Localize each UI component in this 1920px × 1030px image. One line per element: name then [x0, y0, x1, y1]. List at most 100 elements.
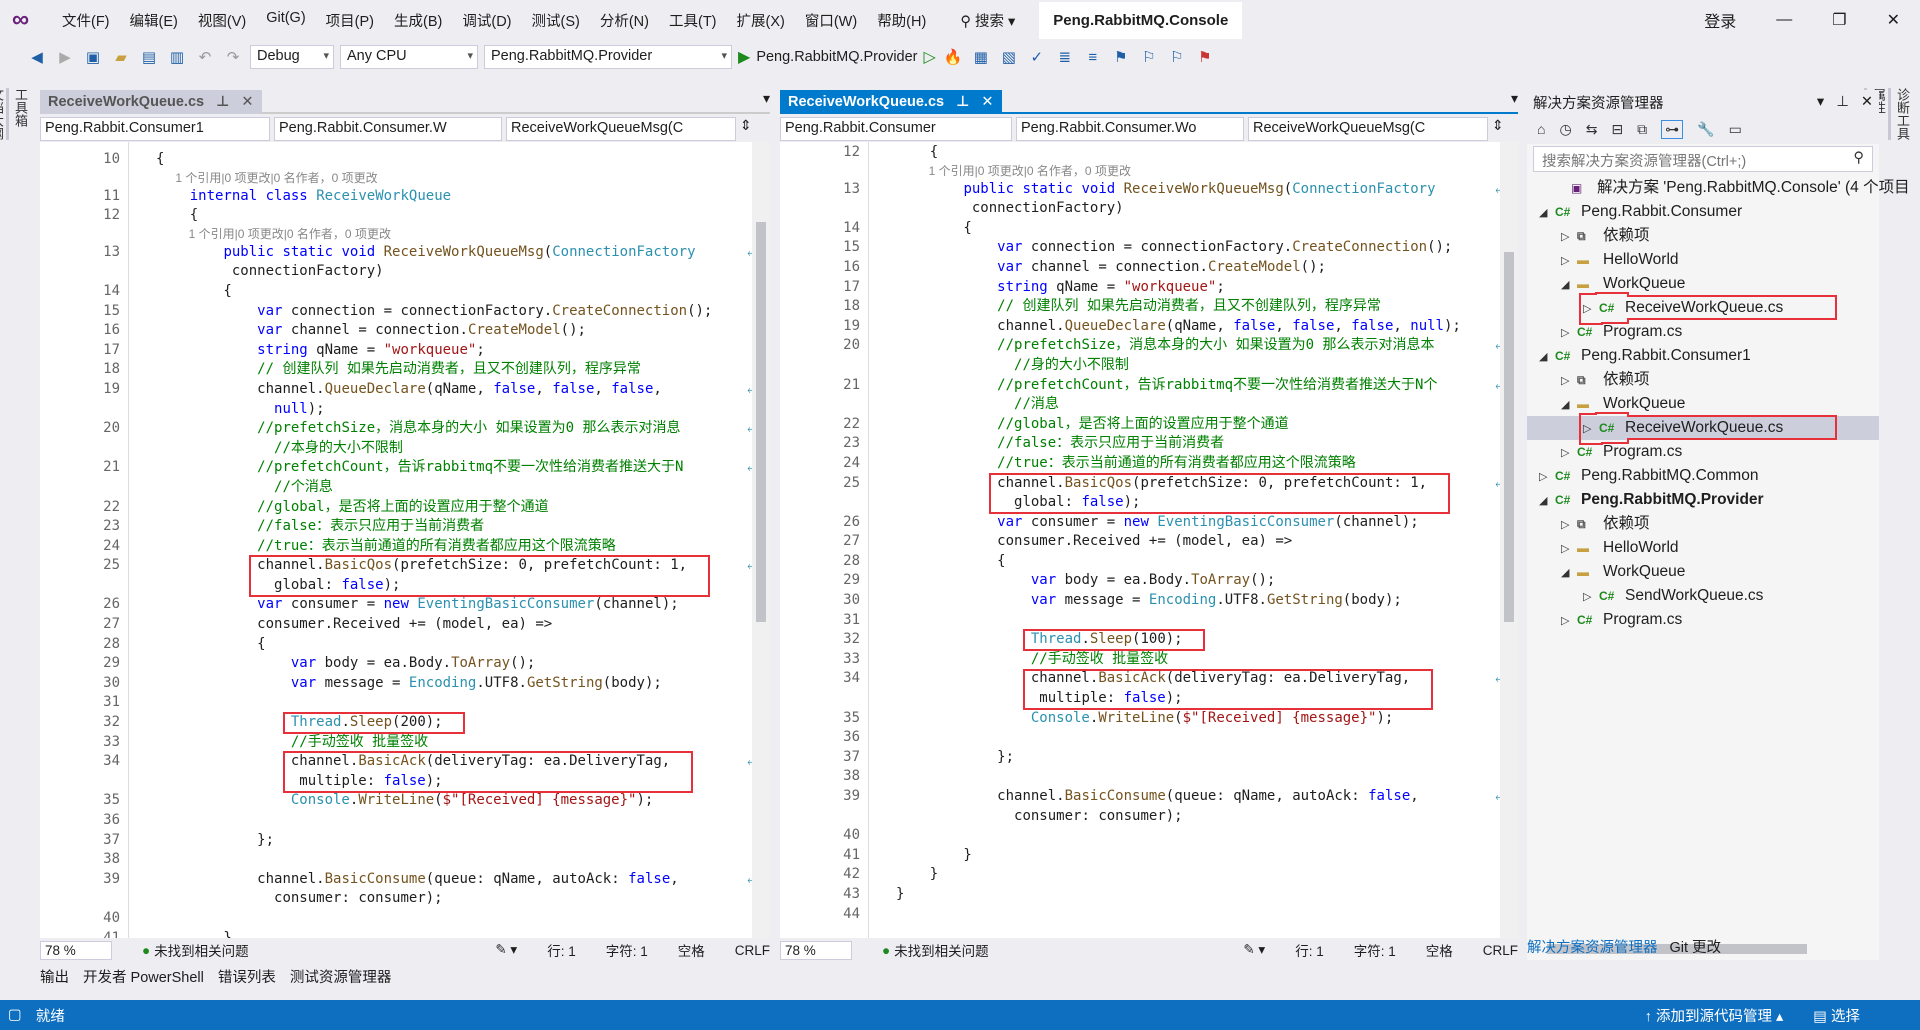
expander-icon[interactable]: ▷ — [1539, 465, 1555, 489]
scrollbar-thumb[interactable] — [756, 222, 766, 622]
cleanup-icon[interactable]: ✎ ▾ — [1243, 942, 1265, 958]
dropdown-icon[interactable]: ▾ — [1817, 94, 1824, 110]
tree-item[interactable]: ◢ ▬ WorkQueue — [1527, 560, 1879, 584]
vertical-scrollbar[interactable] — [752, 142, 770, 938]
tree-item[interactable]: ▷ C# Peng.RabbitMQ.Common — [1527, 464, 1879, 488]
member-dropdown[interactable]: ReceiveWorkQueueMsg(C — [1248, 117, 1488, 141]
tab-output[interactable]: 输出 — [40, 966, 69, 987]
tree-item[interactable]: ◢ C# Peng.RabbitMQ.Provider — [1527, 488, 1879, 512]
spellcheck-icon[interactable]: ✓ — [1026, 48, 1048, 66]
menu-item[interactable]: 项目(P) — [316, 10, 384, 31]
scrollbar-thumb[interactable] — [1504, 252, 1514, 622]
clear-bookmarks-icon[interactable]: ⚑ — [1194, 48, 1216, 66]
close-icon[interactable]: ✕ — [1861, 94, 1873, 110]
code-editor[interactable]: 10{ 1 个引用|0 项更改|0 名作者，0 项更改 11 internal c… — [40, 142, 770, 938]
menu-item[interactable]: 文件(F) — [52, 10, 120, 31]
issues-text[interactable]: 未找到相关问题 — [154, 940, 249, 960]
vertical-scrollbar[interactable] — [1500, 142, 1518, 938]
zoom-level[interactable]: 78 % — [780, 940, 852, 960]
status-char[interactable]: 字符: 1 — [1354, 940, 1396, 960]
expander-icon[interactable]: ▷ — [1561, 369, 1577, 393]
menu-item[interactable]: 编辑(E) — [120, 10, 188, 31]
tool-window-tab[interactable]: 文档大纲 — [0, 88, 6, 140]
type-dropdown[interactable]: Peng.Rabbit.Consumer.W — [274, 117, 502, 141]
tree-item[interactable]: ▷ C# Program.cs — [1527, 440, 1879, 464]
expander-icon[interactable]: ▷ — [1583, 297, 1599, 321]
expander-icon[interactable]: ▷ — [1561, 321, 1577, 345]
show-all-files-icon[interactable]: ⧉ — [1637, 121, 1647, 138]
status-eol[interactable]: CRLF — [735, 943, 770, 958]
code-lens-text[interactable]: 1 个引用|0 项更改|0 名作者，0 项更改 — [902, 163, 1131, 180]
uncomment-icon[interactable]: ≡ — [1082, 49, 1104, 66]
view-icon[interactable]: ⊶ — [1661, 119, 1684, 139]
tool-window-tab[interactable]: 诊断工具 — [1888, 88, 1912, 140]
collapse-all-icon[interactable]: ⊟ — [1611, 121, 1623, 138]
document-tab[interactable]: ReceiveWorkQueue.cs ⊥ ✕ — [40, 90, 262, 114]
expander-icon[interactable]: ▷ — [1583, 585, 1599, 609]
tree-item[interactable]: ◢ C# Peng.Rabbit.Consumer1 — [1527, 344, 1879, 368]
home-icon[interactable]: ⌂ — [1537, 121, 1545, 137]
issues-text[interactable]: 未找到相关问题 — [894, 940, 989, 960]
expander-icon[interactable]: ◢ — [1539, 201, 1555, 225]
next-bookmark-icon[interactable]: ⚐ — [1166, 48, 1188, 66]
expander-icon[interactable]: ▷ — [1561, 609, 1577, 633]
menu-item[interactable]: 调试(D) — [452, 10, 521, 31]
login-link[interactable]: 登录 — [1704, 8, 1736, 32]
back-icon[interactable]: ◀ — [26, 48, 48, 66]
tab-test-explorer[interactable]: 测试资源管理器 — [290, 966, 392, 987]
expander-icon[interactable]: ▷ — [1561, 513, 1577, 537]
tab-overflow-icon[interactable]: ▾ — [1511, 90, 1518, 112]
save-all-icon[interactable]: ▥ — [166, 48, 188, 66]
notification-icon[interactable]: ▢ — [8, 1007, 22, 1023]
status-line[interactable]: 行: 1 — [1295, 940, 1324, 960]
format-icon[interactable]: ▧ — [998, 48, 1020, 66]
tab-developer-powershell[interactable]: 开发者 PowerShell — [83, 966, 204, 987]
new-project-icon[interactable]: ▣ — [82, 48, 104, 66]
menu-item[interactable]: 视图(V) — [188, 10, 256, 31]
start-button[interactable]: Peng.RabbitMQ.Provider — [756, 49, 917, 65]
tree-item[interactable]: ▷ C# Program.cs — [1527, 320, 1879, 344]
tab-error-list[interactable]: 错误列表 — [218, 966, 276, 987]
bookmark-icon[interactable]: ⚑ — [1110, 48, 1132, 66]
project-dropdown[interactable]: Peng.Rabbit.Consumer — [780, 117, 1012, 141]
expander-icon[interactable]: ▷ — [1561, 249, 1577, 273]
hot-reload-icon[interactable]: 🔥 — [942, 48, 964, 66]
redo-icon[interactable]: ↷ — [222, 48, 244, 66]
tree-item[interactable]: ▷ C# ReceiveWorkQueue.cs — [1527, 415, 1879, 441]
menu-item[interactable]: 测试(S) — [522, 10, 590, 31]
close-button[interactable]: ✕ — [1887, 10, 1900, 30]
expander-icon[interactable]: ▷ — [1583, 417, 1599, 441]
open-file-icon[interactable]: ▰ — [110, 48, 132, 66]
expander-icon[interactable]: ◢ — [1539, 345, 1555, 369]
expander-icon[interactable]: ▷ — [1561, 441, 1577, 465]
tab-solution-explorer[interactable]: 解决方案资源管理器 — [1527, 936, 1658, 957]
expander-icon[interactable]: ▷ — [1561, 225, 1577, 249]
expander-icon[interactable]: ◢ — [1539, 489, 1555, 513]
menu-item[interactable]: 生成(B) — [384, 10, 452, 31]
status-char[interactable]: 字符: 1 — [606, 940, 648, 960]
pin-icon[interactable]: ⊥ — [216, 94, 229, 110]
status-line[interactable]: 行: 1 — [547, 940, 576, 960]
save-icon[interactable]: ▤ — [138, 48, 160, 66]
tree-item[interactable]: ◢ ▬ WorkQueue — [1527, 392, 1879, 416]
tree-item[interactable]: ▷ ⧉ 依赖项 — [1527, 224, 1879, 248]
code-lens-text[interactable]: 1 个引用|0 项更改|0 名作者，0 项更改 — [162, 226, 391, 243]
configuration-select[interactable]: Debug — [250, 45, 334, 69]
tab-overflow-icon[interactable]: ▾ — [763, 90, 770, 112]
expander-icon[interactable]: ◢ — [1561, 393, 1577, 417]
cleanup-icon[interactable]: ✎ ▾ — [495, 942, 517, 958]
pin-icon[interactable]: ⊥ — [1836, 94, 1849, 110]
menu-item[interactable]: 工具(T) — [659, 10, 727, 31]
pin-icon[interactable]: ⊥ — [956, 94, 969, 110]
status-eol[interactable]: CRLF — [1483, 943, 1518, 958]
startup-project-select[interactable]: Peng.RabbitMQ.Provider — [484, 45, 732, 69]
menu-item[interactable]: 扩展(X) — [727, 10, 795, 31]
tree-item[interactable]: ▷ C# Program.cs — [1527, 608, 1879, 632]
project-dropdown[interactable]: Peng.Rabbit.Consumer1 — [40, 117, 270, 141]
menu-item[interactable]: 窗口(W) — [795, 10, 867, 31]
tab-git-changes[interactable]: Git 更改 — [1670, 936, 1722, 957]
undo-icon[interactable]: ↶ — [194, 48, 216, 66]
platform-select[interactable]: Any CPU — [340, 45, 478, 69]
status-spaces[interactable]: 空格 — [1426, 940, 1453, 960]
menu-item[interactable]: 帮助(H) — [867, 10, 936, 31]
